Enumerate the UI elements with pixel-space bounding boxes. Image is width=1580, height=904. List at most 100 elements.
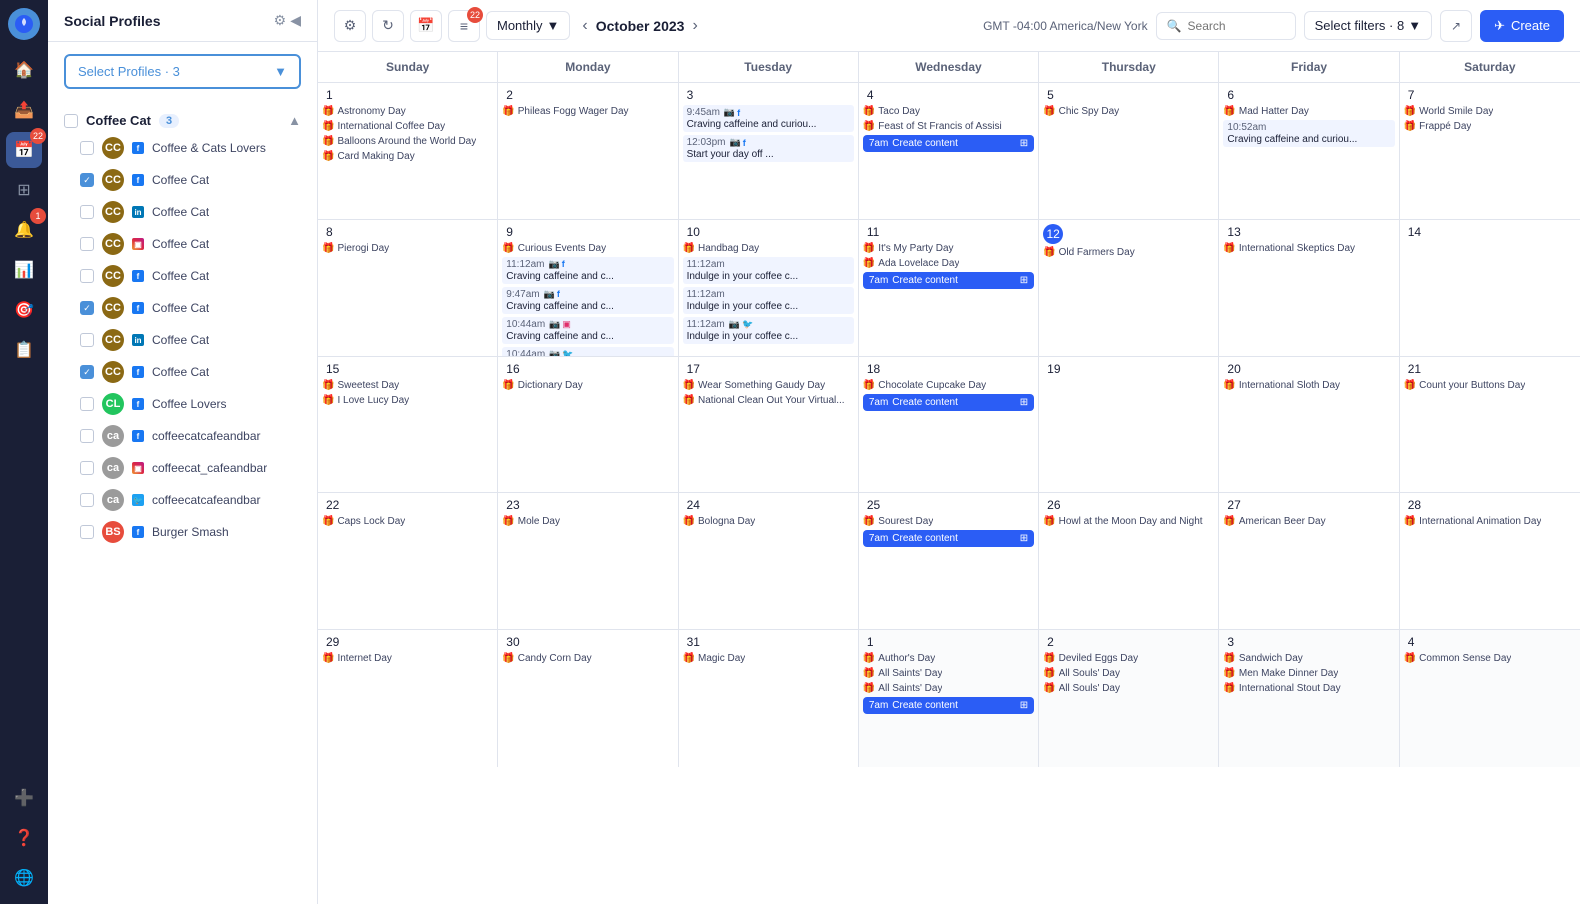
calendar-cell[interactable]: 14 [1400, 220, 1580, 356]
profile-checkbox[interactable]: ✓ [80, 173, 94, 187]
profile-item[interactable]: CCfCoffee & Cats Lovers [64, 132, 301, 164]
nav-send[interactable]: 📤 [6, 92, 42, 128]
settings-button[interactable]: ⚙ [334, 10, 366, 42]
nav-home[interactable]: 🏠 [6, 52, 42, 88]
profile-checkbox[interactable] [80, 141, 94, 155]
profile-checkbox[interactable] [80, 397, 94, 411]
calendar-cell[interactable]: 2🎁Phileas Fogg Wager Day [498, 83, 678, 219]
profile-item[interactable]: CCinCoffee Cat [64, 324, 301, 356]
prev-month-button[interactable]: ‹ [578, 13, 591, 39]
share-button[interactable]: ↗ [1440, 10, 1472, 42]
profile-checkbox[interactable] [80, 525, 94, 539]
profile-item[interactable]: cafcoffeecatcafeandbar [64, 420, 301, 452]
calendar-cell[interactable]: 13🎁International Skeptics Day [1219, 220, 1399, 356]
nav-bell[interactable]: 🔔 1 [6, 212, 42, 248]
profile-checkbox[interactable] [80, 237, 94, 251]
group-checkbox[interactable] [64, 114, 78, 128]
calendar-cell[interactable]: 23🎁Mole Day [498, 493, 678, 629]
list-view-button[interactable]: ≡ 22 [448, 10, 480, 42]
nav-calendar[interactable]: 📅 22 [6, 132, 42, 168]
nav-reports[interactable]: 📋 [6, 332, 42, 368]
calendar-view-button[interactable]: 📅 [410, 10, 442, 42]
profile-item[interactable]: CLfCoffee Lovers [64, 388, 301, 420]
collapse-group-icon[interactable]: ▲ [288, 113, 301, 128]
calendar-cell[interactable]: 30🎁Candy Corn Day [498, 630, 678, 767]
event-item[interactable]: 11:12am 📷f Craving caffeine and c... [502, 257, 673, 284]
next-month-button[interactable]: › [688, 13, 701, 39]
filter-icon[interactable]: ⚙ [274, 12, 287, 29]
calendar-cell[interactable]: 28🎁International Animation Day [1400, 493, 1580, 629]
profile-item[interactable]: ca▣coffeecat_cafeandbar [64, 452, 301, 484]
profile-checkbox[interactable] [80, 333, 94, 347]
profile-checkbox[interactable] [80, 429, 94, 443]
profile-item[interactable]: CCfCoffee Cat [64, 260, 301, 292]
event-item[interactable]: 10:44am 📷🐦 Craving caffeine and c... [502, 347, 673, 356]
calendar-cell[interactable]: 1🎁Astronomy Day🎁International Coffee Day… [318, 83, 498, 219]
calendar-cell[interactable]: 2🎁Deviled Eggs Day🎁All Souls' Day🎁All So… [1039, 630, 1219, 767]
calendar-cell[interactable]: 3 9:45am 📷f Craving caffeine and curiou.… [679, 83, 859, 219]
calendar-cell[interactable]: 27🎁American Beer Day [1219, 493, 1399, 629]
search-input[interactable] [1188, 19, 1285, 33]
event-item[interactable]: 9:47am 📷f Craving caffeine and c... [502, 287, 673, 314]
calendar-cell[interactable]: 26🎁Howl at the Moon Day and Night [1039, 493, 1219, 629]
create-content-button[interactable]: 7amCreate content⊞ [863, 272, 1034, 289]
calendar-cell[interactable]: 19 [1039, 357, 1219, 493]
nav-chart[interactable]: 📊 [6, 252, 42, 288]
calendar-cell[interactable]: 18🎁Chocolate Cupcake Day7amCreate conten… [859, 357, 1039, 493]
calendar-cell[interactable]: 3🎁Sandwich Day🎁Men Make Dinner Day🎁Inter… [1219, 630, 1399, 767]
event-item[interactable]: 9:45am 📷f Craving caffeine and curiou... [683, 105, 854, 132]
nav-target[interactable]: 🎯 [6, 292, 42, 328]
event-item[interactable]: 11:12am Indulge in your coffee c... [683, 287, 854, 314]
nav-help[interactable]: ❓ [6, 820, 42, 856]
profile-checkbox[interactable]: ✓ [80, 301, 94, 315]
calendar-cell[interactable]: 12🎁Old Farmers Day [1039, 220, 1219, 356]
profile-item[interactable]: BSfBurger Smash [64, 516, 301, 548]
calendar-cell[interactable]: 16🎁Dictionary Day [498, 357, 678, 493]
calendar-cell[interactable]: 1🎁Author's Day🎁All Saints' Day🎁All Saint… [859, 630, 1039, 767]
create-content-button[interactable]: 7amCreate content⊞ [863, 135, 1034, 152]
filter-button[interactable]: Select filters · 8 ▼ [1304, 11, 1432, 40]
nav-add[interactable]: ➕ [6, 780, 42, 816]
calendar-cell[interactable]: 9🎁Curious Events Day 11:12am 📷f Craving … [498, 220, 678, 356]
calendar-cell[interactable]: 17🎁Wear Something Gaudy Day🎁National Cle… [679, 357, 859, 493]
calendar-cell[interactable]: 22🎁Caps Lock Day [318, 493, 498, 629]
profile-item[interactable]: ✓CCfCoffee Cat [64, 164, 301, 196]
profile-checkbox[interactable] [80, 205, 94, 219]
profile-item[interactable]: CC▣Coffee Cat [64, 228, 301, 260]
calendar-cell[interactable]: 15🎁Sweetest Day🎁I Love Lucy Day [318, 357, 498, 493]
collapse-icon[interactable]: ◀ [290, 12, 301, 29]
event-item[interactable]: 11:12am 📷🐦 Indulge in your coffee c... [683, 317, 854, 344]
profile-item[interactable]: ca🐦coffeecatcafeandbar [64, 484, 301, 516]
calendar-cell[interactable]: 5🎁Chic Spy Day [1039, 83, 1219, 219]
calendar-cell[interactable]: 8🎁Pierogi Day [318, 220, 498, 356]
calendar-cell[interactable]: 31🎁Magic Day [679, 630, 859, 767]
create-content-button[interactable]: 7amCreate content⊞ [863, 394, 1034, 411]
monthly-view-button[interactable]: Monthly ▼ [486, 11, 570, 40]
event-item[interactable]: 12:03pm 📷f Start your day off ... [683, 135, 854, 162]
event-item[interactable]: 10:52am Craving caffeine and curiou... [1223, 120, 1394, 147]
calendar-cell[interactable]: 4🎁Common Sense Day [1400, 630, 1580, 767]
calendar-cell[interactable]: 10🎁Handbag Day 11:12am Indulge in your c… [679, 220, 859, 356]
nav-globe[interactable]: 🌐 [6, 860, 42, 896]
select-profiles-button[interactable]: Select Profiles · 3 ▼ [64, 54, 301, 89]
calendar-cell[interactable]: 20🎁International Sloth Day [1219, 357, 1399, 493]
nav-grid[interactable]: ⊞ [6, 172, 42, 208]
event-item[interactable]: 10:44am 📷▣ Craving caffeine and c... [502, 317, 673, 344]
create-content-button[interactable]: 7amCreate content⊞ [863, 530, 1034, 547]
profile-checkbox[interactable] [80, 269, 94, 283]
profile-item[interactable]: CCinCoffee Cat [64, 196, 301, 228]
calendar-cell[interactable]: 25🎁Sourest Day7amCreate content⊞ [859, 493, 1039, 629]
refresh-button[interactable]: ↻ [372, 10, 404, 42]
calendar-cell[interactable]: 29🎁Internet Day [318, 630, 498, 767]
profile-item[interactable]: ✓CCfCoffee Cat [64, 292, 301, 324]
calendar-cell[interactable]: 24🎁Bologna Day [679, 493, 859, 629]
create-button[interactable]: ✈ Create [1480, 10, 1564, 42]
calendar-cell[interactable]: 21🎁Count your Buttons Day [1400, 357, 1580, 493]
profile-checkbox[interactable] [80, 493, 94, 507]
app-logo[interactable] [8, 8, 40, 40]
event-item[interactable]: 11:12am Indulge in your coffee c... [683, 257, 854, 284]
calendar-cell[interactable]: 4🎁Taco Day🎁Feast of St Francis of Assisi… [859, 83, 1039, 219]
profile-item[interactable]: ✓CCfCoffee Cat [64, 356, 301, 388]
profile-checkbox[interactable] [80, 461, 94, 475]
calendar-cell[interactable]: 6🎁Mad Hatter Day 10:52am Craving caffein… [1219, 83, 1399, 219]
